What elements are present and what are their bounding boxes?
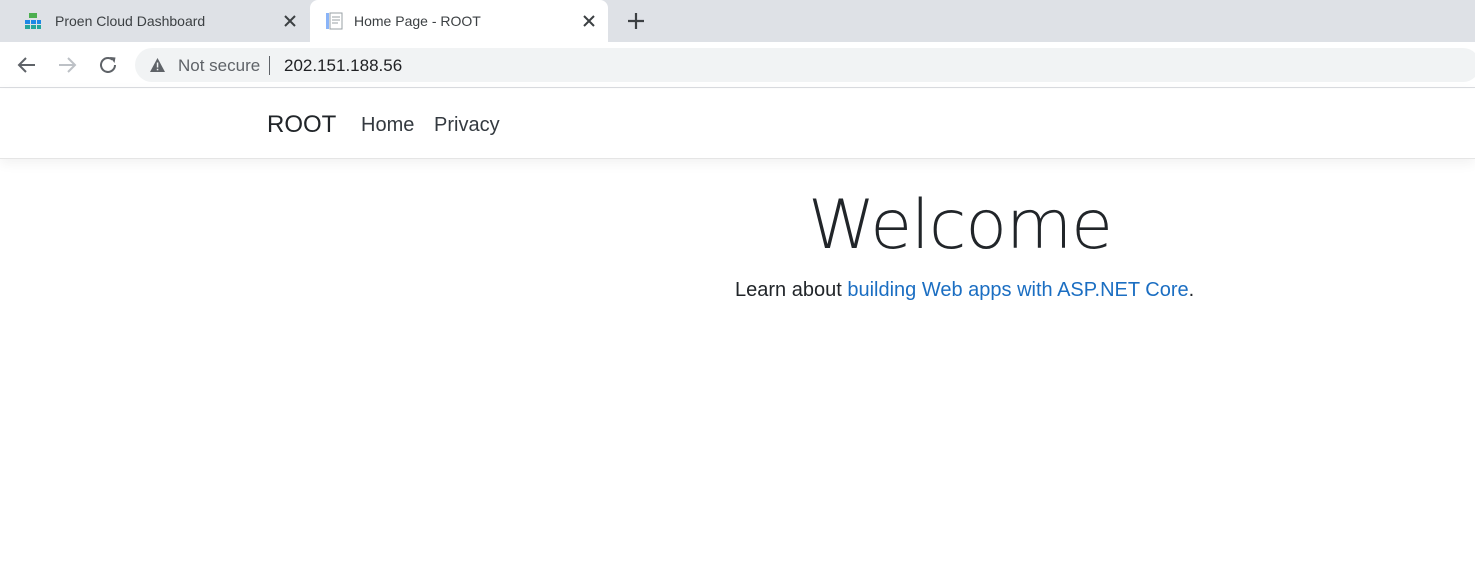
address-bar[interactable]: Not secure 202.151.188.56: [135, 48, 1475, 82]
learn-suffix: .: [1188, 279, 1195, 301]
address-separator: [269, 56, 270, 75]
tab-title: Proen Cloud Dashboard: [55, 13, 206, 29]
tab-title: Home Page - ROOT: [354, 13, 481, 29]
cloud-dashboard-icon: [25, 13, 41, 29]
site-navbar: ROOT Home Privacy: [0, 89, 1475, 159]
close-icon[interactable]: [579, 11, 599, 31]
learn-prefix: Learn about: [735, 279, 848, 301]
close-icon[interactable]: [280, 11, 300, 31]
browser-toolbar: Not secure 202.151.188.56: [0, 42, 1475, 88]
welcome-section: Welcome: [0, 186, 1475, 266]
new-tab-plus-icon[interactable]: [624, 9, 648, 33]
reload-icon[interactable]: [96, 53, 120, 77]
back-arrow-icon[interactable]: [15, 53, 39, 77]
aspnet-docs-link[interactable]: building Web apps with ASP.NET Core: [847, 279, 1188, 301]
document-icon: [326, 12, 343, 30]
nav-home-link[interactable]: Home: [361, 113, 414, 137]
learn-text: Learn about building Web apps with ASP.N…: [735, 278, 1194, 302]
nav-privacy-link[interactable]: Privacy: [434, 113, 500, 137]
tab-strip: Proen Cloud Dashboard Home Page - ROOT: [0, 0, 1475, 42]
url-text[interactable]: 202.151.188.56: [284, 56, 402, 76]
tab-home-page-root[interactable]: Home Page - ROOT: [310, 0, 608, 42]
security-status[interactable]: Not secure: [178, 56, 260, 76]
page-heading: Welcome: [807, 186, 1113, 265]
warning-triangle-icon[interactable]: [149, 57, 166, 73]
brand-link[interactable]: ROOT: [267, 110, 336, 140]
forward-arrow-icon[interactable]: [55, 53, 79, 77]
tab-proen-cloud-dashboard[interactable]: Proen Cloud Dashboard: [0, 0, 308, 42]
